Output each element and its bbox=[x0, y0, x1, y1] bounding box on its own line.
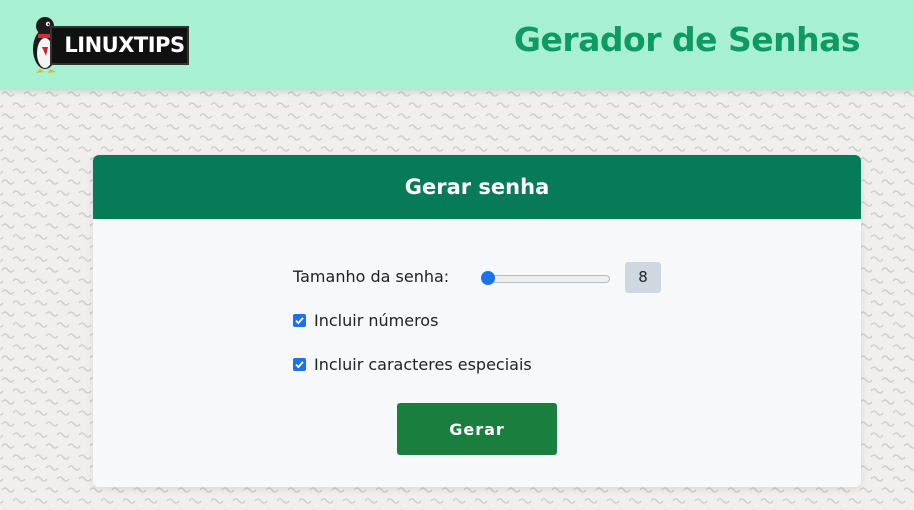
length-value-display: 8 bbox=[625, 262, 661, 293]
include-numbers-checkbox[interactable] bbox=[293, 314, 306, 327]
password-card: Gerar senha Tamanho da senha: 8 Incluir … bbox=[93, 155, 861, 487]
generate-button[interactable]: Gerar bbox=[397, 403, 557, 455]
length-slider-thumb[interactable] bbox=[481, 271, 495, 285]
length-row: Tamanho da senha: 8 bbox=[293, 261, 673, 293]
logo-text: LINUXTIPS bbox=[50, 26, 189, 65]
length-label: Tamanho da senha: bbox=[293, 267, 450, 286]
include-special-label[interactable]: Incluir caracteres especiais bbox=[314, 355, 532, 374]
include-special-checkbox[interactable] bbox=[293, 358, 306, 371]
card-title: Gerar senha bbox=[93, 155, 861, 219]
include-numbers-label[interactable]: Incluir números bbox=[314, 311, 438, 330]
site-header: LINUXTIPS Gerador de Senhas bbox=[0, 0, 914, 90]
checkbox-checked-icon bbox=[295, 317, 304, 325]
checkbox-checked-icon bbox=[295, 361, 304, 369]
length-slider-track[interactable] bbox=[486, 275, 610, 283]
page-title: Gerador de Senhas bbox=[513, 20, 861, 59]
linuxtips-logo[interactable]: LINUXTIPS bbox=[28, 14, 190, 73]
